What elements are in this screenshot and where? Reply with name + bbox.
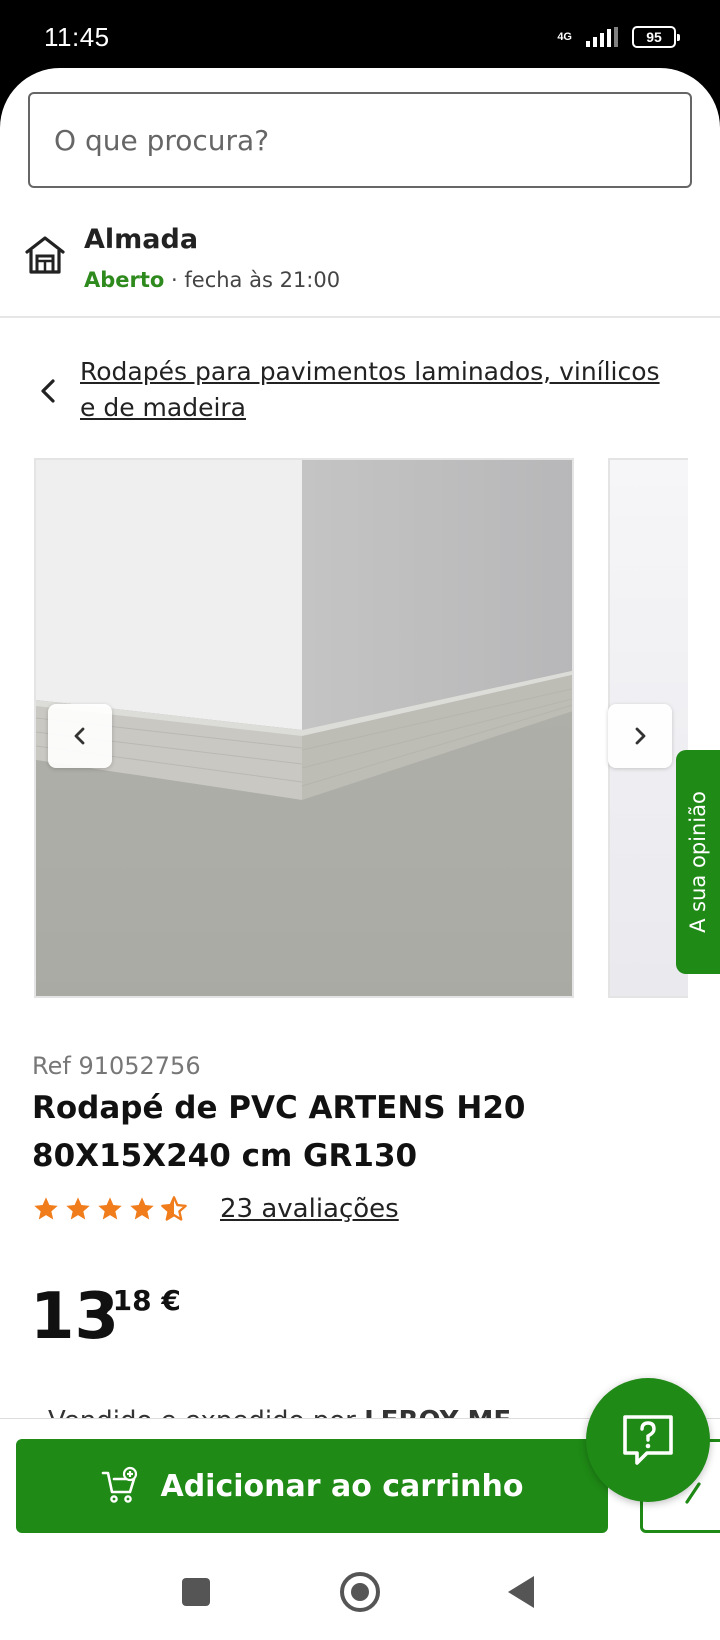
help-icon bbox=[623, 1415, 673, 1465]
add-to-cart-label: Adicionar ao carrinho bbox=[160, 1468, 524, 1504]
star-icon bbox=[34, 1197, 58, 1220]
divider bbox=[0, 316, 720, 318]
chevron-left-icon bbox=[74, 727, 85, 745]
chevron-left-icon[interactable] bbox=[34, 376, 64, 406]
status-bar: 11:45 4G 95 bbox=[0, 0, 720, 70]
reviews-link[interactable]: 23 avaliações bbox=[220, 1194, 399, 1224]
status-icons: 4G 95 bbox=[557, 26, 680, 48]
help-chat-button[interactable] bbox=[586, 1378, 710, 1502]
feedback-label: A sua opinião bbox=[686, 791, 710, 933]
store-icon bbox=[25, 236, 65, 274]
product-gallery[interactable] bbox=[34, 458, 688, 998]
signal-icon bbox=[586, 27, 618, 47]
cart-add-icon bbox=[102, 1466, 138, 1503]
app-screen: Almada Aberto · fecha às 21:00 Rodapés p… bbox=[0, 68, 720, 1640]
search-box[interactable] bbox=[28, 92, 692, 188]
star-icon bbox=[66, 1197, 90, 1220]
product-photo bbox=[36, 460, 572, 996]
product-image[interactable] bbox=[34, 458, 574, 998]
star-icon bbox=[130, 1197, 154, 1220]
store-name: Almada bbox=[84, 224, 199, 255]
store-hours: Aberto · fecha às 21:00 bbox=[84, 268, 340, 292]
home-button[interactable] bbox=[340, 1572, 380, 1612]
breadcrumb-link[interactable]: Rodapés para pavimentos laminados, viníl… bbox=[80, 354, 680, 426]
store-open-status: Aberto bbox=[84, 268, 165, 292]
gallery-prev-button[interactable] bbox=[48, 704, 112, 768]
status-time: 11:45 bbox=[44, 22, 110, 52]
store-close-time: · fecha às 21:00 bbox=[164, 268, 341, 292]
price-decimal: ,18 € bbox=[102, 1284, 181, 1317]
product-rating[interactable]: 23 avaliações bbox=[32, 1194, 399, 1224]
gallery-next-button[interactable] bbox=[608, 704, 672, 768]
add-to-cart-button[interactable]: Adicionar ao carrinho bbox=[16, 1439, 608, 1533]
star-icon bbox=[98, 1197, 122, 1220]
store-selector[interactable]: Almada Aberto · fecha às 21:00 bbox=[0, 216, 720, 312]
back-button[interactable] bbox=[508, 1576, 534, 1608]
feedback-tab[interactable]: A sua opinião bbox=[676, 750, 720, 974]
star-half-icon bbox=[161, 1196, 187, 1221]
product-ref: Ref 91052756 bbox=[32, 1052, 201, 1080]
product-price: 13 ,18 € bbox=[30, 1282, 181, 1352]
android-nav-bar bbox=[0, 1554, 720, 1640]
network-label: 4G bbox=[557, 31, 572, 43]
recent-apps-button[interactable] bbox=[182, 1578, 210, 1606]
rating-stars bbox=[32, 1195, 188, 1223]
search-input[interactable] bbox=[30, 94, 690, 186]
battery-icon: 95 bbox=[632, 26, 680, 48]
product-title: Rodapé de PVC ARTENS H20 80X15X240 cm GR… bbox=[32, 1090, 526, 1174]
chevron-right-icon bbox=[635, 727, 646, 745]
